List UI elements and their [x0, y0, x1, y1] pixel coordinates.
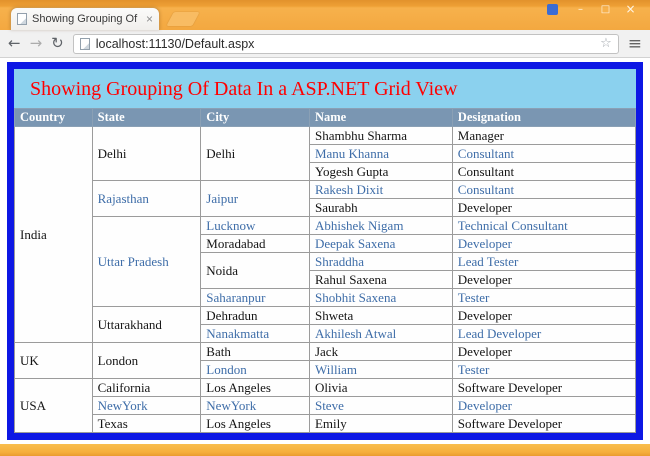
grid-cell: Shobhit Saxena: [308, 288, 453, 307]
grid-row: UK London Bath Jack Developer: [14, 342, 636, 379]
grid-cell: Developer: [451, 198, 636, 217]
grid-cell: Shraddha: [308, 252, 453, 271]
grid-cell: India: [14, 126, 93, 343]
bookmark-star-icon[interactable]: ☆: [600, 37, 612, 50]
grid-cell: Developer: [451, 270, 636, 289]
grid-cell: Shweta: [308, 306, 453, 325]
grid-cell: Consultant: [451, 180, 636, 199]
grid-row: USA California Los Angeles Olivia Software D…: [14, 378, 636, 433]
grid-cell: Jaipur: [200, 180, 310, 217]
grid-cell: Bath: [200, 342, 310, 361]
grid-cell: Emily: [308, 414, 453, 433]
page-icon: [79, 37, 90, 50]
window-title-bar: Showing Grouping Of Dat × – □ ×: [0, 0, 650, 30]
grid-cell: Nanakmatta: [200, 324, 310, 343]
grid-cell: Delhi: [91, 126, 202, 181]
grid-cell: Software Developer: [451, 378, 636, 397]
grid-header-cell: Country: [14, 108, 93, 127]
grid-cell: Texas: [91, 414, 202, 433]
grid-cell: Yogesh Gupta: [308, 162, 453, 181]
grid-cell: Uttarakhand: [91, 306, 202, 343]
menu-icon[interactable]: ≡: [628, 35, 642, 52]
grid-header-cell: State: [91, 108, 202, 127]
grid-cell: Delhi: [200, 126, 310, 181]
grid-cell: London: [91, 342, 202, 379]
grid-cell: Developer: [451, 342, 636, 361]
grid-cell: NewYork: [200, 396, 310, 415]
grid-cell: Jack: [308, 342, 453, 361]
browser-window: Showing Grouping Of Dat × – □ × ← → ↻ lo…: [0, 0, 650, 456]
grid-cell: Lead Tester: [451, 252, 636, 271]
browser-toolbar: ← → ↻ localhost:11130/Default.aspx ☆ ≡: [0, 30, 650, 58]
grid-cell: California: [91, 378, 202, 397]
grid-cell: Saurabh: [308, 198, 453, 217]
grid-cell: Shambhu Sharma: [308, 126, 453, 145]
grid-cell: Consultant: [451, 144, 636, 163]
page-content: Showing Grouping Of Data In a ASP.NET Gr…: [0, 58, 650, 444]
grid-row: India Delhi Delhi Shambhu Sharma Manager: [14, 126, 636, 343]
grid-cell: Los Angeles: [200, 378, 310, 397]
grid-cell: Lead Developer: [451, 324, 636, 343]
grid-cell: Uttar Pradesh: [91, 216, 202, 307]
data-grid: Country State City Name Designation India Del…: [14, 108, 636, 433]
refresh-icon[interactable]: ↻: [51, 36, 64, 51]
grid-cell: London: [200, 360, 310, 379]
grid-header-row: Country State City Name Designation: [14, 108, 636, 127]
grid-cell: Deepak Saxena: [308, 234, 453, 253]
grid-cell: Moradabad: [200, 234, 310, 253]
grid-cell: Software Developer: [451, 414, 636, 433]
grid-cell: Technical Consultant: [451, 216, 636, 235]
back-icon[interactable]: ←: [8, 36, 21, 51]
grid-cell: Akhilesh Atwal: [308, 324, 453, 343]
url-text[interactable]: localhost:11130/Default.aspx: [96, 37, 594, 51]
grid-cell: Manu Khanna: [308, 144, 453, 163]
window-bottom-frame: [0, 444, 650, 456]
maximize-button[interactable]: □: [593, 2, 618, 16]
grid-cell: Olivia: [308, 378, 453, 397]
forward-icon[interactable]: →: [30, 36, 43, 51]
close-button[interactable]: ×: [618, 2, 643, 16]
minimize-button[interactable]: –: [568, 2, 593, 16]
tab-title: Showing Grouping Of Dat: [32, 13, 141, 25]
browser-tab[interactable]: Showing Grouping Of Dat ×: [10, 7, 160, 30]
grid-cell: Dehradun: [200, 306, 310, 325]
grid-cell: NewYork: [91, 396, 202, 415]
grid-cell: Developer: [451, 396, 636, 415]
grid-row: Rajasthan Jaipur Rakesh Dixit Consultant: [15, 180, 636, 217]
grid-cell: Steve: [308, 396, 453, 415]
grid-cell: Tester: [451, 288, 636, 307]
grid-cell: William: [308, 360, 453, 379]
grid-cell: Rajasthan: [91, 180, 202, 217]
tab-close-icon[interactable]: ×: [146, 13, 153, 25]
grid-cell: Rakesh Dixit: [308, 180, 453, 199]
grid-header-cell: Name: [308, 108, 453, 127]
tab-favicon-icon: [17, 13, 27, 25]
grid-cell: Developer: [451, 234, 636, 253]
grid-cell: USA: [14, 378, 93, 433]
grid-cell: Noida: [200, 252, 310, 289]
grid-cell: Abhishek Nigam: [308, 216, 453, 235]
grid-row: Uttar Pradesh Lucknow Abhishek Nigam Techni…: [15, 216, 636, 307]
window-controls: – □ ×: [547, 2, 643, 16]
grid-cell: Lucknow: [200, 216, 310, 235]
grid-cell: Tester: [451, 360, 636, 379]
address-bar[interactable]: localhost:11130/Default.aspx ☆: [72, 33, 619, 54]
grid-cell: Manager: [451, 126, 636, 145]
grid-header-cell: City: [200, 108, 310, 127]
window-badge-icon: [547, 3, 558, 15]
new-tab-button[interactable]: [166, 12, 200, 26]
grid-header-cell: Designation: [451, 108, 636, 127]
page-title: Showing Grouping Of Data In a ASP.NET Gr…: [30, 78, 458, 100]
grid-cell: Los Angeles: [200, 414, 310, 433]
grid-cell: Rahul Saxena: [308, 270, 453, 289]
page-frame: Showing Grouping Of Data In a ASP.NET Gr…: [7, 62, 643, 440]
grid-cell: UK: [14, 342, 93, 379]
grid-row: NewYork NewYork Steve Developer: [15, 396, 636, 415]
grid-row: Uttarakhand Dehradun Shweta Developer: [15, 306, 636, 343]
grid-cell: Developer: [451, 306, 636, 325]
grid-row: Texas Los Angeles Emily Software Developer: [15, 414, 636, 433]
grid-cell: Consultant: [451, 162, 636, 181]
grid-cell: Saharanpur: [200, 288, 310, 307]
